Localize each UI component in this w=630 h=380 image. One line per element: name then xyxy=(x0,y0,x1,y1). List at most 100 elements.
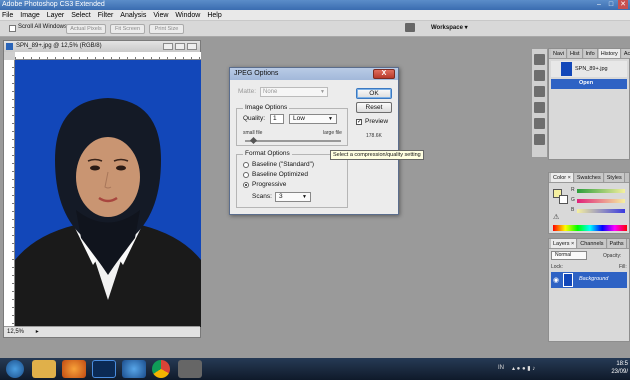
start-button-icon[interactable] xyxy=(6,360,24,378)
scans-label: Scans: xyxy=(252,193,272,200)
title-bar: Adobe Photoshop CS3 Extended – □ ✕ xyxy=(0,0,630,10)
tab-histogram[interactable]: Hist xyxy=(568,49,583,58)
menu-view[interactable]: View xyxy=(153,12,168,19)
reset-button[interactable]: Reset xyxy=(356,102,392,113)
opacity-label: Opacity: xyxy=(603,253,622,259)
color-panel-tabs: Color × Swatches Styles xyxy=(549,173,629,183)
navigator-tool-icon[interactable] xyxy=(534,54,545,65)
status-menu-icon[interactable]: ▸ xyxy=(36,327,39,337)
lock-label: Lock: xyxy=(551,264,563,270)
tab-color[interactable]: Color × xyxy=(551,173,574,182)
quality-label: Quality: xyxy=(243,115,266,122)
chrome-icon[interactable] xyxy=(152,360,170,378)
quality-slider-knob[interactable] xyxy=(249,136,257,145)
channel-b-slider[interactable] xyxy=(577,209,625,213)
history-snapshot[interactable]: SPN_89+.jpg xyxy=(551,61,627,77)
matte-select[interactable]: None ▼ xyxy=(260,87,328,97)
doc-close-icon[interactable] xyxy=(187,43,197,50)
format-progressive-radio[interactable] xyxy=(243,182,249,188)
quality-preset-select[interactable]: Low ▼ xyxy=(289,114,337,124)
channel-g-slider[interactable] xyxy=(577,199,625,203)
history-state-open[interactable]: Open xyxy=(551,79,627,89)
tab-info[interactable]: Info xyxy=(583,49,598,58)
color-spectrum-bar[interactable] xyxy=(553,225,627,231)
large-file-label: large file xyxy=(323,130,342,136)
tab-history[interactable]: History × xyxy=(598,49,621,67)
visibility-eye-icon[interactable]: ◉ xyxy=(553,276,559,284)
maximize-icon[interactable]: □ xyxy=(606,0,616,9)
image-options-label: Image Options xyxy=(243,104,290,111)
clone-source-icon[interactable] xyxy=(534,134,545,145)
chevron-down-icon: ▼ xyxy=(302,194,307,200)
menu-file[interactable]: File xyxy=(2,12,13,19)
color-panel: Color × Swatches Styles R G B ⚠ xyxy=(548,172,630,234)
actions-tool-icon[interactable] xyxy=(534,102,545,113)
tab-navigator[interactable]: Navi xyxy=(551,49,568,58)
document-title-bar[interactable]: SPN_89+.jpg @ 12,5% (RGB/8) xyxy=(4,41,200,52)
ok-button[interactable]: OK xyxy=(356,88,392,99)
file-explorer-icon[interactable] xyxy=(32,360,56,378)
gamut-warning-icon: ⚠ xyxy=(553,214,560,221)
format-baseline-optimized-label: Baseline Optimized xyxy=(252,171,308,178)
minimize-icon[interactable]: – xyxy=(594,0,604,9)
menu-select[interactable]: Select xyxy=(71,12,90,19)
file-size-readout: 178.6K xyxy=(366,133,382,139)
tab-actions[interactable]: Acti xyxy=(621,49,630,58)
doc-maximize-icon[interactable] xyxy=(175,43,185,50)
layer-row-background[interactable]: ◉ Background xyxy=(551,272,627,288)
menu-layer[interactable]: Layer xyxy=(47,12,65,19)
zoom-level[interactable]: 12,5% xyxy=(7,329,24,335)
paragraph-icon[interactable] xyxy=(534,118,545,129)
options-bar: Scroll All Windows Actual Pixels Fit Scr… xyxy=(0,21,630,37)
tab-styles[interactable]: Styles xyxy=(604,173,625,182)
menu-filter[interactable]: Filter xyxy=(98,12,114,19)
close-icon[interactable]: ✕ xyxy=(618,0,628,9)
quality-slider-track[interactable] xyxy=(245,140,341,142)
doc-minimize-icon[interactable] xyxy=(163,43,173,50)
workspace-menu[interactable]: Workspace ▾ xyxy=(431,24,468,31)
print-size-button[interactable]: Print Size xyxy=(149,24,184,34)
clock[interactable]: 18:5 23/09/ xyxy=(611,360,628,376)
menu-analysis[interactable]: Analysis xyxy=(120,12,146,19)
tab-swatches[interactable]: Swatches xyxy=(574,173,604,182)
language-indicator[interactable]: IN xyxy=(498,365,504,371)
info-tool-icon[interactable] xyxy=(534,86,545,97)
brush-tool-icon[interactable] xyxy=(534,70,545,81)
clock-date: 23/09/ xyxy=(611,369,628,375)
media-app-icon[interactable] xyxy=(178,360,202,378)
layer-name: Background xyxy=(579,276,609,282)
scroll-all-windows-label: Scroll All Windows xyxy=(18,24,68,30)
vertical-ruler xyxy=(4,60,15,327)
document-title: SPN_89+.jpg @ 12,5% (RGB/8) xyxy=(16,43,102,49)
fit-screen-button[interactable]: Fit Screen xyxy=(110,24,145,34)
preview-checkbox[interactable]: ✓ xyxy=(356,119,362,125)
menu-help[interactable]: Help xyxy=(207,12,221,19)
dialog-title-bar[interactable]: JPEG Options X xyxy=(230,68,398,80)
channel-r-slider[interactable] xyxy=(577,189,625,193)
format-baseline-standard-radio[interactable] xyxy=(243,162,249,168)
background-color-swatch[interactable] xyxy=(559,195,568,204)
scroll-all-windows-checkbox[interactable] xyxy=(9,25,16,32)
workspace-icon[interactable] xyxy=(405,23,415,32)
tray-icons[interactable]: ▴ ● ● ▮ ♪ xyxy=(512,365,535,372)
photoshop-taskbar-icon[interactable] xyxy=(92,360,116,378)
quality-input[interactable]: 1 xyxy=(270,114,284,124)
dialog-body: Matte: None ▼ Image Options Quality: 1 L… xyxy=(230,80,398,214)
jpeg-options-dialog: JPEG Options X Matte: None ▼ Image Optio… xyxy=(229,67,399,215)
tab-channels[interactable]: Channels xyxy=(578,239,607,248)
menu-window[interactable]: Window xyxy=(175,12,200,19)
document-status-bar: 12,5% ▸ xyxy=(4,326,200,337)
dialog-close-button[interactable]: X xyxy=(373,69,395,79)
blend-mode-select[interactable]: Normal xyxy=(551,251,587,260)
image-canvas[interactable] xyxy=(15,60,201,327)
tab-paths[interactable]: Paths xyxy=(607,239,627,248)
format-baseline-optimized-radio[interactable] xyxy=(243,172,249,178)
channel-r-label: R xyxy=(571,187,575,193)
actual-pixels-button[interactable]: Actual Pixels xyxy=(66,24,106,34)
tab-layers[interactable]: Layers × xyxy=(551,239,578,248)
refresh-app-icon[interactable] xyxy=(122,360,146,378)
firefox-icon[interactable] xyxy=(62,360,86,378)
menu-image[interactable]: Image xyxy=(20,12,39,19)
scans-select[interactable]: 3 ▼ xyxy=(275,192,311,202)
menu-bar: File Image Layer Select Filter Analysis … xyxy=(0,10,630,21)
